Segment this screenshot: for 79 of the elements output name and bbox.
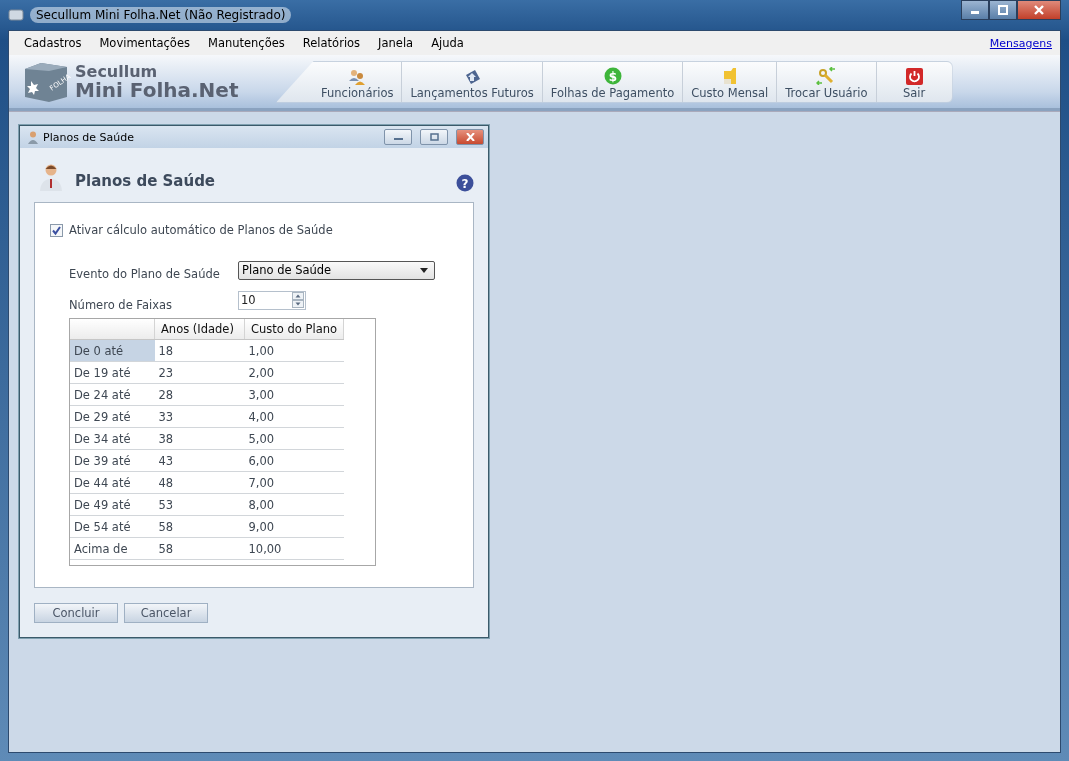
- window-title: Secullum Mini Folha.Net (Não Registrado): [30, 7, 292, 23]
- minimize-button[interactable]: [384, 129, 412, 145]
- checkbox[interactable]: [50, 223, 63, 237]
- table-cell: 3,00: [244, 383, 344, 406]
- keys-icon: [816, 66, 837, 85]
- field-label: Evento do Plano de Saúde: [69, 267, 221, 281]
- table-cell: 1,00: [244, 339, 344, 362]
- menu-item[interactable]: Cadastros: [15, 36, 91, 50]
- dropdown-caret-icon: [420, 267, 428, 273]
- folder-icon: [721, 66, 738, 85]
- table-cell: 33: [154, 405, 245, 428]
- row-label-cell[interactable]: De 29 até: [70, 405, 155, 428]
- column-header: Custo do Plano: [244, 319, 344, 340]
- table-cell: 8,00: [244, 493, 344, 516]
- toolbar-button[interactable]: Sair: [875, 61, 952, 102]
- menu-item[interactable]: Movimentações: [90, 36, 199, 50]
- dialog-button[interactable]: Concluir: [34, 603, 118, 623]
- close-button[interactable]: [456, 129, 484, 145]
- dialog-button[interactable]: Cancelar: [124, 603, 208, 623]
- row-label-cell[interactable]: De 0 até: [70, 339, 155, 362]
- table-cell: 18: [154, 339, 245, 362]
- menu-item[interactable]: Relatórios: [293, 36, 370, 50]
- dialog-title: Planos de Saúde: [43, 130, 135, 144]
- table-cell: 48: [154, 471, 245, 494]
- row-label-cell[interactable]: De 19 até: [70, 361, 155, 384]
- app-icon: [8, 8, 24, 22]
- logo-text: Mini Folha.Net: [75, 79, 239, 100]
- spin-up-icon[interactable]: [292, 292, 304, 300]
- toolbar-button[interactable]: Funcionários: [317, 61, 402, 102]
- row-label-cell[interactable]: De 54 até: [70, 515, 155, 538]
- people-icon: [348, 68, 367, 85]
- row-label-cell[interactable]: Acima de: [70, 537, 155, 560]
- logo-text: Secullum: [75, 63, 159, 80]
- toolbar-button[interactable]: Trocar Usuário: [776, 61, 876, 102]
- table-cell: 58: [154, 537, 245, 560]
- row-label-cell[interactable]: De 34 até: [70, 427, 155, 450]
- maximize-button[interactable]: [989, 0, 1017, 20]
- dialog-heading: Planos de Saúde: [75, 172, 216, 190]
- menu-item[interactable]: Ajuda: [422, 36, 473, 50]
- field-label: Número de Faixas: [69, 298, 173, 312]
- menu-item[interactable]: Janela: [369, 36, 423, 50]
- table-cell: 7,00: [244, 471, 344, 494]
- row-label-cell[interactable]: De 24 até: [70, 383, 155, 406]
- dollar-coin-icon: $: [603, 66, 622, 85]
- table-cell: 5,00: [244, 427, 344, 450]
- toolbar-button[interactable]: Custo Mensal: [682, 61, 777, 102]
- table-cell: 43: [154, 449, 245, 472]
- number-spinner[interactable]: 10: [238, 290, 306, 310]
- event-dropdown[interactable]: Plano de Saúde: [238, 260, 435, 280]
- table-cell: 53: [154, 493, 245, 516]
- table-cell: 28: [154, 383, 245, 406]
- table-cell: 38: [154, 427, 245, 450]
- row-label-cell[interactable]: De 49 até: [70, 493, 155, 516]
- menu-item[interactable]: Manutenções: [198, 36, 294, 50]
- row-label-cell[interactable]: De 44 até: [70, 471, 155, 494]
- spin-down-icon[interactable]: [292, 300, 304, 308]
- row-label-cell[interactable]: De 39 até: [70, 449, 155, 472]
- table-cell: 9,00: [244, 515, 344, 538]
- maximize-icon: [429, 133, 439, 141]
- maximize-icon: [998, 5, 1008, 15]
- checkbox-label: Ativar cálculo automático de Planos de Saúde: [69, 223, 333, 237]
- table-cell: 2,00: [244, 361, 344, 384]
- toolbar-button[interactable]: $ Folhas de Pagamento: [541, 61, 683, 102]
- table-cell: 4,00: [244, 405, 344, 428]
- close-icon: [465, 133, 475, 141]
- minimize-button[interactable]: [961, 0, 989, 20]
- power-icon: [905, 67, 923, 85]
- close-icon: [1034, 5, 1044, 15]
- person-icon: [28, 130, 38, 144]
- help-icon[interactable]: ?: [456, 174, 474, 192]
- toolbar-button[interactable]: Lançamentos Futuros: [401, 61, 542, 102]
- table-cell: 6,00: [244, 449, 344, 472]
- table-cell: 10,00: [244, 537, 344, 560]
- doctor-icon: [39, 163, 63, 191]
- close-button[interactable]: [1017, 0, 1061, 20]
- table-cell: 58: [154, 515, 245, 538]
- column-header: Anos (Idade): [154, 319, 245, 340]
- table-cell: 23: [154, 361, 245, 384]
- messages-link[interactable]: Mensagens: [989, 36, 1054, 50]
